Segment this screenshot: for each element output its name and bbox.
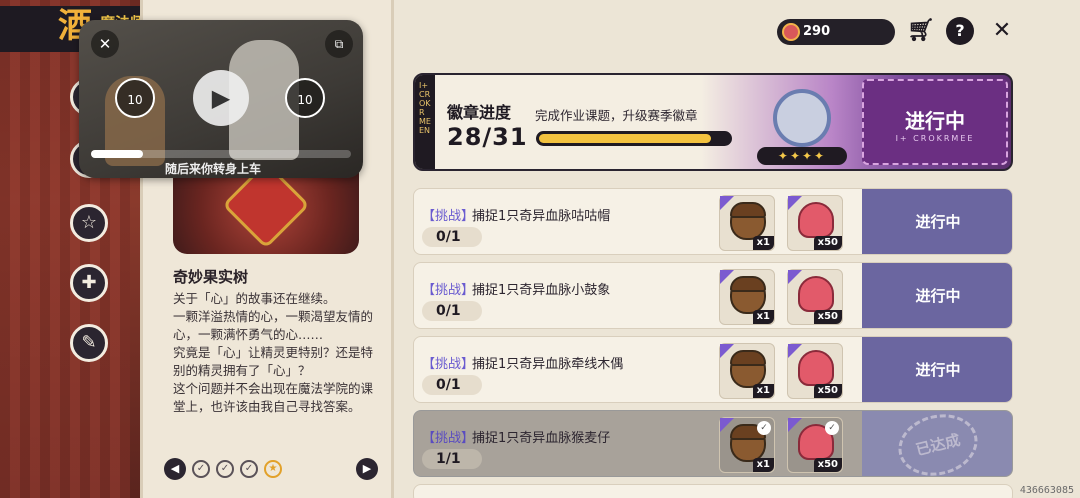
reward-acorn[interactable]: x1 xyxy=(719,343,775,399)
reward-rarity-corner xyxy=(788,344,802,358)
acorn-icon xyxy=(730,350,766,388)
banner-status-label: 进行中 xyxy=(905,109,965,133)
quiz-badge-icon[interactable]: ✎ xyxy=(70,324,108,362)
task-row[interactable]: 【挑战】 捕捉1只奇异血脉牵线木偶 0/1 x1 x50 进行中 xyxy=(413,336,1013,403)
pager-dot[interactable]: ✓ xyxy=(192,460,210,478)
task-name: 捕捉1只奇异血脉小鼓象 xyxy=(472,283,611,298)
video-player[interactable]: 随后来你转身上车 ✕ ⧉ 10 ▶ 10 xyxy=(79,20,363,178)
gem-icon xyxy=(782,23,800,41)
task-tag: 【挑战】 xyxy=(422,209,475,224)
reward-qty: x50 xyxy=(813,384,842,398)
footer-id: 436663085 xyxy=(1019,485,1074,496)
acorn-cap xyxy=(730,350,766,366)
currency-display[interactable]: 290 xyxy=(777,19,895,45)
play-button[interactable]: ▶ xyxy=(193,70,249,126)
banner-count: 28/31 xyxy=(447,123,528,151)
reward-acorn[interactable]: x1 xyxy=(719,269,775,325)
rewind-10-button[interactable]: 10 xyxy=(115,78,155,118)
bone-icon[interactable]: ✚ xyxy=(70,264,108,302)
card-title: 奇妙果实树 xyxy=(173,268,249,286)
banner-subtitle: 完成作业课题，升级赛季徽章 xyxy=(535,108,698,123)
banner-title: 徽章进度 xyxy=(447,103,512,122)
badge-progress-banner: I+ CROKRMEEN 徽章进度 完成作业课题，升级赛季徽章 28/31 ✦✦… xyxy=(413,73,1013,171)
reward-acorn[interactable]: ✓ x1 xyxy=(719,417,775,473)
task-row-completed[interactable]: 【挑战】 捕捉1只奇异血脉猴麦仔 1/1 ✓ x1 ✓ x50 已达成 xyxy=(413,410,1013,477)
reward-shell[interactable]: ✓ x50 xyxy=(787,417,843,473)
shell-icon xyxy=(798,350,834,386)
acorn-icon xyxy=(730,202,766,240)
task-progress: 0/1 xyxy=(422,375,482,395)
banner-status: 进行中 I+ CROKRMEE xyxy=(862,79,1008,165)
acorn-cap xyxy=(730,276,766,292)
shell-icon xyxy=(798,276,834,312)
task-tag: 【挑战】 xyxy=(422,357,475,372)
reward-acorn[interactable]: x1 xyxy=(719,195,775,251)
task-progress: 0/1 xyxy=(422,227,482,247)
task-status-button[interactable]: 进行中 xyxy=(862,263,1012,328)
reward-qty: x50 xyxy=(813,458,842,472)
badge-progress-fill xyxy=(539,134,711,143)
reward-rarity-corner xyxy=(788,418,802,432)
reward-qty: x1 xyxy=(752,458,774,472)
acorn-cap xyxy=(730,202,766,218)
task-progress: 1/1 xyxy=(422,449,482,469)
reward-qty: x1 xyxy=(752,236,774,250)
forward-10-button[interactable]: 10 xyxy=(285,78,325,118)
task-status-button[interactable]: 进行中 xyxy=(862,189,1012,254)
reward-qty: x1 xyxy=(752,310,774,324)
badge-disc xyxy=(773,89,831,147)
shell-icon xyxy=(798,202,834,238)
star-badge-icon[interactable]: ☆ xyxy=(70,204,108,242)
task-row-partial[interactable] xyxy=(413,484,1013,498)
task-row[interactable]: 【挑战】 捕捉1只奇异血脉咕咕帽 0/1 x1 x50 进行中 xyxy=(413,188,1013,255)
card-pager: ◀ ✓ ✓ ✓ ★ ▶ xyxy=(164,457,380,481)
banner-side-text: I+ CROKRMEEN xyxy=(419,81,431,135)
task-tag: 【挑战】 xyxy=(422,431,475,446)
reward-qty: x50 xyxy=(813,236,842,250)
picture-in-picture-icon[interactable]: ⧉ xyxy=(325,30,353,58)
reward-qty: x50 xyxy=(813,310,842,324)
badge-stars: ✦✦✦✦ xyxy=(757,147,847,165)
task-name: 捕捉1只奇异血脉牵线木偶 xyxy=(472,357,624,372)
banner-status-sub: I+ CROKRMEE xyxy=(895,134,975,143)
next-page-button[interactable]: ▶ xyxy=(356,458,378,480)
task-tag: 【挑战】 xyxy=(422,283,475,298)
badge-progress-bar xyxy=(536,131,732,146)
video-progress-bar[interactable] xyxy=(91,150,351,158)
reward-rarity-corner xyxy=(788,270,802,284)
prev-page-button[interactable]: ◀ xyxy=(164,458,186,480)
reward-shell[interactable]: x50 xyxy=(787,269,843,325)
task-status-button[interactable]: 进行中 xyxy=(862,337,1012,402)
currency-value: 290 xyxy=(803,24,831,39)
video-progress-fill xyxy=(91,150,143,158)
acorn-icon xyxy=(730,276,766,314)
close-icon[interactable]: ✕ xyxy=(988,17,1016,45)
task-name: 捕捉1只奇异血脉猴麦仔 xyxy=(472,431,611,446)
task-name: 捕捉1只奇异血脉咕咕帽 xyxy=(472,209,611,224)
reward-rarity-corner xyxy=(788,196,802,210)
task-progress: 0/1 xyxy=(422,301,482,321)
pager-dot[interactable]: ✓ xyxy=(240,460,258,478)
reward-shell[interactable]: x50 xyxy=(787,343,843,399)
video-caption: 随后来你转身上车 xyxy=(165,162,262,176)
check-icon: ✓ xyxy=(757,421,771,435)
close-icon[interactable]: ✕ xyxy=(91,30,119,58)
check-icon: ✓ xyxy=(825,421,839,435)
pager-dot-current[interactable]: ★ xyxy=(264,460,282,478)
card-description: 关于「心」的故事还在继续。 一颗洋溢热情的心，一颗渴望友情的心，一颗满怀勇气的心… xyxy=(173,291,374,414)
cart-icon[interactable]: 🛒︎ xyxy=(907,17,935,45)
task-row[interactable]: 【挑战】 捕捉1只奇异血脉小鼓象 0/1 x1 x50 进行中 xyxy=(413,262,1013,329)
help-icon[interactable]: ? xyxy=(946,17,974,45)
pager-dot[interactable]: ✓ xyxy=(216,460,234,478)
reward-shell[interactable]: x50 xyxy=(787,195,843,251)
reward-qty: x1 xyxy=(752,384,774,398)
